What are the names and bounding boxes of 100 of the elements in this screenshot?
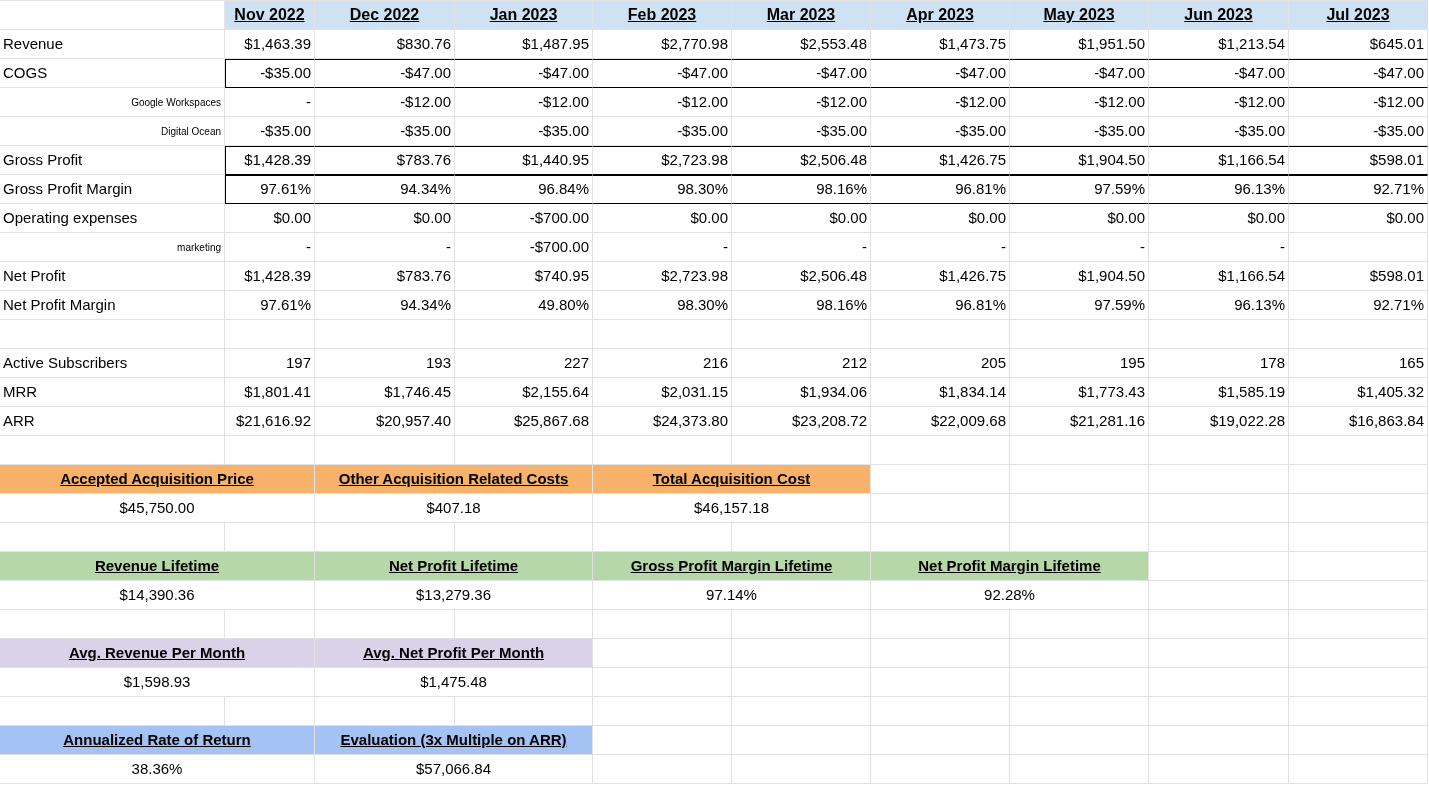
- table-cell: -$700.00: [455, 233, 593, 262]
- table-cell: -$47.00: [1010, 59, 1149, 88]
- row-label: Digital Ocean: [0, 117, 225, 146]
- table-cell: 94.34%: [315, 291, 455, 320]
- table-cell: -$35.00: [1289, 117, 1428, 146]
- summary-value: 97.14%: [593, 581, 871, 610]
- table-cell: 96.13%: [1149, 175, 1289, 204]
- table-cell: $645.01: [1289, 30, 1428, 59]
- table-cell: -$35.00: [1010, 117, 1149, 146]
- summary-value: $1,598.93: [0, 668, 315, 697]
- table-cell: -$35.00: [315, 117, 455, 146]
- table-cell: $1,801.41: [225, 378, 315, 407]
- table-cell: $1,934.06: [732, 378, 871, 407]
- table-cell: -$35.00: [1149, 117, 1289, 146]
- row-label: Revenue: [0, 30, 225, 59]
- table-cell: -$12.00: [593, 88, 732, 117]
- table-cell: $740.95: [455, 262, 593, 291]
- table-cell: $830.76: [315, 30, 455, 59]
- table-cell: $0.00: [1149, 204, 1289, 233]
- table-cell: 97.59%: [1010, 291, 1149, 320]
- summary-value: $14,390.36: [0, 581, 315, 610]
- column-header: Dec 2022: [315, 1, 455, 30]
- row-label: Operating expenses: [0, 204, 225, 233]
- table-cell: 227: [455, 349, 593, 378]
- table-cell: $1,440.95: [455, 146, 593, 175]
- table-cell: -$12.00: [1010, 88, 1149, 117]
- table-cell: $1,585.19: [1149, 378, 1289, 407]
- table-cell: $2,155.64: [455, 378, 593, 407]
- summary-header: Accepted Acquisition Price: [0, 465, 315, 494]
- table-cell: $783.76: [315, 262, 455, 291]
- table-cell: $1,428.39: [225, 262, 315, 291]
- table-cell: -$47.00: [1289, 59, 1428, 88]
- table-cell: $2,506.48: [732, 262, 871, 291]
- table-cell: $1,463.39: [225, 30, 315, 59]
- table-cell: 94.34%: [315, 175, 455, 204]
- table-cell: -$12.00: [1149, 88, 1289, 117]
- table-cell: $1,904.50: [1010, 262, 1149, 291]
- table-cell: 96.81%: [871, 291, 1010, 320]
- table-cell: -$35.00: [593, 117, 732, 146]
- column-header: May 2023: [1010, 1, 1149, 30]
- table-cell: 97.61%: [225, 291, 315, 320]
- table-cell: $1,405.32: [1289, 378, 1428, 407]
- table-cell: -: [593, 233, 732, 262]
- table-cell: 98.16%: [732, 175, 871, 204]
- table-cell: $25,867.68: [455, 407, 593, 436]
- row-label: ARR: [0, 407, 225, 436]
- table-cell: $21,616.92: [225, 407, 315, 436]
- table-cell: 205: [871, 349, 1010, 378]
- table-cell: $1,213.54: [1149, 30, 1289, 59]
- table-cell: -: [1149, 233, 1289, 262]
- table-cell: 195: [1010, 349, 1149, 378]
- summary-value: $13,279.36: [315, 581, 593, 610]
- table-cell: $0.00: [315, 204, 455, 233]
- column-header: Feb 2023: [593, 1, 732, 30]
- table-cell: $1,426.75: [871, 146, 1010, 175]
- table-cell: 197: [225, 349, 315, 378]
- table-cell: 98.30%: [593, 291, 732, 320]
- table-cell: 165: [1289, 349, 1428, 378]
- table-cell: -$47.00: [315, 59, 455, 88]
- table-cell: $0.00: [1289, 204, 1428, 233]
- summary-header: Evaluation (3x Multiple on ARR): [315, 726, 593, 755]
- summary-value: 38.36%: [0, 755, 315, 784]
- summary-value: $1,475.48: [315, 668, 593, 697]
- summary-value: $45,750.00: [0, 494, 315, 523]
- table-cell: 49.80%: [455, 291, 593, 320]
- table-cell: $16,863.84: [1289, 407, 1428, 436]
- table-cell: $22,009.68: [871, 407, 1010, 436]
- row-label: Google Workspaces: [0, 88, 225, 117]
- table-cell: -$35.00: [225, 117, 315, 146]
- table-cell: $2,506.48: [732, 146, 871, 175]
- table-cell: 98.30%: [593, 175, 732, 204]
- table-cell: $1,166.54: [1149, 262, 1289, 291]
- table-cell: $1,904.50: [1010, 146, 1149, 175]
- table-cell: $2,031.15: [593, 378, 732, 407]
- summary-value: $57,066.84: [315, 755, 593, 784]
- table-cell: -: [871, 233, 1010, 262]
- table-cell: $2,723.98: [593, 262, 732, 291]
- table-cell: $1,773.43: [1010, 378, 1149, 407]
- table-cell: -$47.00: [732, 59, 871, 88]
- column-header: Jun 2023: [1149, 1, 1289, 30]
- row-label: Gross Profit Margin: [0, 175, 225, 204]
- table-cell: 178: [1149, 349, 1289, 378]
- table-cell: -: [315, 233, 455, 262]
- table-cell: $2,723.98: [593, 146, 732, 175]
- table-cell: $598.01: [1289, 146, 1428, 175]
- table-cell: -$47.00: [593, 59, 732, 88]
- column-header: Mar 2023: [732, 1, 871, 30]
- table-cell: 96.84%: [455, 175, 593, 204]
- table-cell: $1,487.95: [455, 30, 593, 59]
- row-label: marketing: [0, 233, 225, 262]
- table-cell: $0.00: [593, 204, 732, 233]
- summary-value: 92.28%: [871, 581, 1149, 610]
- table-cell: 216: [593, 349, 732, 378]
- table-cell: 96.81%: [871, 175, 1010, 204]
- table-cell: 193: [315, 349, 455, 378]
- table-cell: 97.59%: [1010, 175, 1149, 204]
- summary-header: Net Profit Lifetime: [315, 552, 593, 581]
- table-cell: $1,746.45: [315, 378, 455, 407]
- table-cell: -$700.00: [455, 204, 593, 233]
- table-cell: -: [225, 88, 315, 117]
